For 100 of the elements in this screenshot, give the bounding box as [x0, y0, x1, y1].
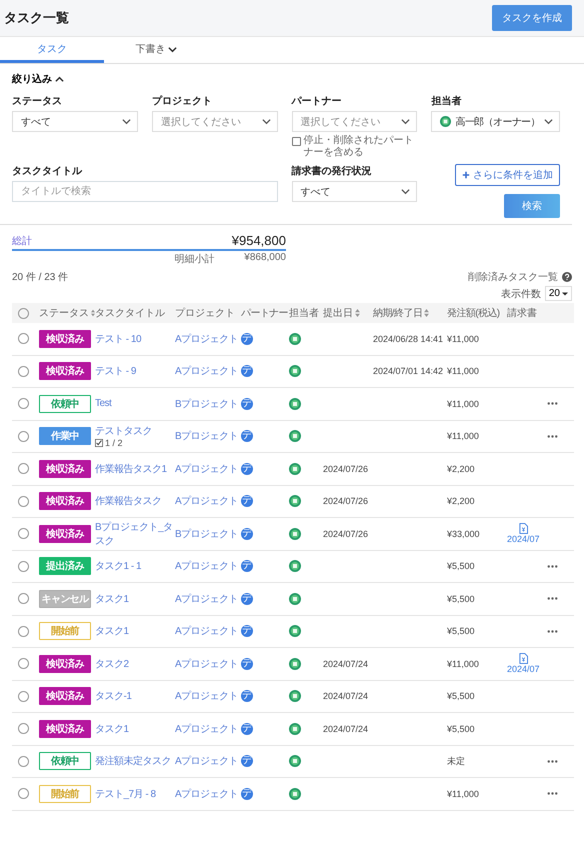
project-link[interactable]: Aプロジェクト	[175, 559, 238, 574]
status-badge: 検収済み	[39, 687, 91, 706]
tab[interactable]: タスク	[0, 37, 104, 63]
row-radio[interactable]	[18, 333, 29, 344]
row-radio[interactable]	[18, 528, 29, 540]
filter-toggle[interactable]: 絞り込み	[12, 72, 64, 86]
status-badge: 開始前	[39, 622, 91, 640]
assignee-select[interactable]: 高一郎（オーナー）	[431, 111, 560, 132]
task-title-link[interactable]: 作業報告タスク	[95, 494, 162, 508]
task-title-link[interactable]: タスク1	[95, 722, 129, 736]
task-title-link[interactable]: Test	[95, 398, 112, 410]
submitted-date: 2024/07/24	[323, 691, 368, 702]
project-link[interactable]: Aプロジェクト	[175, 656, 238, 671]
project-link[interactable]: Aプロジェクト	[175, 722, 238, 736]
order-amount: ¥11,000	[447, 431, 479, 442]
chevron-down-icon	[122, 117, 131, 126]
help-icon	[562, 272, 572, 282]
project-link[interactable]: Bプロジェクト	[175, 429, 238, 444]
page-size-select[interactable]: 20	[544, 286, 572, 301]
status-badge: 検収済み	[39, 460, 91, 478]
row-radio[interactable]	[18, 788, 29, 800]
more-icon[interactable]	[547, 597, 558, 600]
row-radio[interactable]	[18, 626, 29, 637]
tab[interactable]: 下書き	[104, 37, 208, 63]
row-radio[interactable]	[18, 593, 29, 604]
avatar-icon	[289, 430, 301, 442]
row-radio[interactable]	[18, 463, 29, 474]
create-task-button[interactable]: タスクを作成	[492, 5, 572, 31]
project-link[interactable]: Aプロジェクト	[175, 786, 238, 801]
page-title: タスク一覧	[4, 9, 69, 27]
title-search-field[interactable]: タイトルで検索	[12, 181, 278, 202]
row-radio[interactable]	[18, 496, 29, 507]
total-label: 総計	[12, 234, 32, 248]
project-link[interactable]: Bプロジェクト	[175, 526, 238, 541]
task-title-link[interactable]: タスク1	[95, 592, 129, 606]
task-title-link[interactable]: テスト_7月 - 8	[95, 786, 156, 801]
more-icon[interactable]	[547, 564, 558, 568]
avatar-icon	[289, 788, 301, 800]
project-link[interactable]: Bプロジェクト	[175, 396, 238, 411]
avatar-icon	[289, 722, 301, 735]
add-condition-button[interactable]: さらに条件を追加	[455, 164, 560, 186]
project-select[interactable]: 選択してください	[152, 111, 278, 132]
checklist-icon	[95, 439, 103, 448]
project-link[interactable]: Aプロジェクト	[175, 624, 238, 638]
order-amount: ¥2,200	[447, 464, 475, 474]
more-icon[interactable]	[547, 402, 558, 406]
invoice-link[interactable]: 2024/07	[507, 664, 540, 674]
project-link[interactable]: Aプロジェクト	[175, 494, 238, 508]
field-label: パートナー	[292, 95, 343, 108]
row-radio[interactable]	[18, 430, 29, 442]
task-title-link[interactable]: テスト - 9	[95, 364, 136, 378]
deleted-tasks-link[interactable]: 削除済みタスク一覧	[468, 270, 558, 284]
task-title-link[interactable]: タスク1 - 1	[95, 559, 142, 574]
task-title-link[interactable]: テスト - 10	[95, 332, 142, 346]
row-radio[interactable]	[18, 560, 29, 572]
avatar-icon	[289, 755, 301, 768]
invoice-status-select[interactable]: すべて	[292, 181, 418, 202]
column-header: ステータス	[39, 306, 95, 320]
row-radio[interactable]	[18, 398, 29, 410]
partner-select[interactable]: 選択してください	[292, 111, 418, 132]
more-icon[interactable]	[547, 792, 558, 796]
avatar-icon	[289, 658, 301, 670]
row-radio[interactable]	[18, 723, 29, 734]
document-icon	[518, 653, 528, 664]
row-radio[interactable]	[18, 366, 29, 377]
project-link[interactable]: Aプロジェクト	[175, 364, 238, 378]
row-radio[interactable]	[18, 756, 29, 767]
column-header: 納期/終了日	[373, 306, 447, 320]
checkbox[interactable]	[292, 137, 301, 146]
status-select[interactable]: すべて	[12, 111, 138, 132]
column-header: 発注額(税込)	[447, 306, 500, 320]
project-link[interactable]: Aプロジェクト	[175, 754, 238, 768]
chevron-down-icon	[401, 117, 410, 126]
project-link[interactable]: Aプロジェクト	[175, 462, 238, 476]
task-title-link[interactable]: 発注額未定タスク	[95, 754, 171, 768]
project-link[interactable]: Aプロジェクト	[175, 689, 238, 704]
search-button[interactable]: 検索	[504, 194, 560, 218]
chevron-down-icon	[262, 117, 271, 126]
more-icon[interactable]	[547, 434, 558, 438]
task-title-link[interactable]: 作業報告タスク1	[95, 462, 167, 476]
row-radio[interactable]	[18, 658, 29, 670]
task-title-link[interactable]: タスク1	[95, 624, 129, 638]
chevron-up-icon	[55, 74, 64, 84]
row-radio[interactable]	[18, 690, 29, 702]
task-title-link[interactable]: タスク2	[95, 656, 129, 671]
task-title-link[interactable]: Bプロジェクト_タスク	[95, 520, 175, 548]
page-size-label: 表示件数	[500, 288, 541, 300]
field-label: タスクタイトル	[12, 165, 84, 178]
order-amount: ¥11,000	[447, 334, 479, 344]
order-amount: ¥11,000	[447, 366, 479, 376]
status-badge: 開始前	[39, 784, 91, 803]
project-link[interactable]: Aプロジェクト	[175, 592, 238, 606]
select-all-radio[interactable]	[18, 308, 29, 318]
more-icon[interactable]	[547, 630, 558, 633]
task-title-link[interactable]: テストタスク	[95, 424, 152, 438]
invoice-link[interactable]: 2024/07	[507, 534, 540, 544]
more-icon[interactable]	[547, 760, 558, 763]
project-link[interactable]: Aプロジェクト	[175, 332, 238, 346]
checkbox-label: 停止・削除されたパートナーを含める	[304, 135, 415, 158]
task-title-link[interactable]: タスク-1	[95, 689, 132, 704]
